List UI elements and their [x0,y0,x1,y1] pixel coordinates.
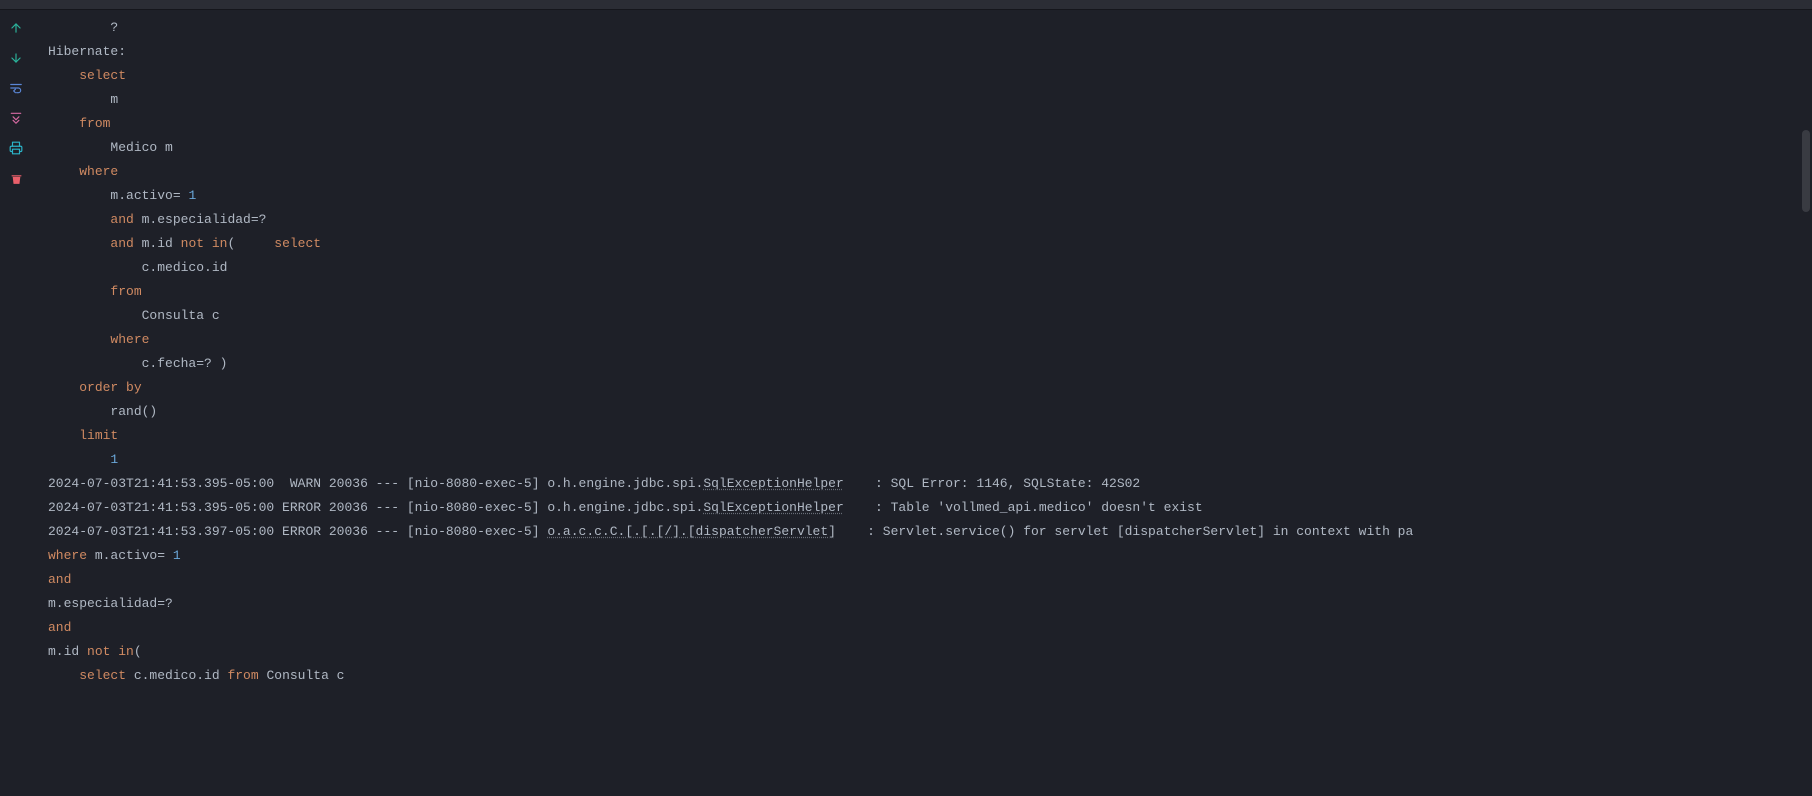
code-line: and m.id not in( select [48,232,1812,256]
code-line: m.activo= 1 [48,184,1812,208]
code-line: Consulta c [48,304,1812,328]
code-line: m.especialidad=? [48,592,1812,616]
print-icon[interactable] [8,140,24,156]
arrow-down-icon[interactable] [8,50,24,66]
code-line: ? [48,16,1812,40]
code-line: and [48,568,1812,592]
console-output[interactable]: ?Hibernate: select m from Medico m where… [32,10,1812,796]
code-line: 1 [48,448,1812,472]
code-line: from [48,280,1812,304]
code-line: c.fecha=? ) [48,352,1812,376]
code-line: and [48,616,1812,640]
code-line: order by [48,376,1812,400]
code-line: select c.medico.id from Consulta c [48,664,1812,688]
code-line: from [48,112,1812,136]
soft-wrap-icon[interactable] [8,80,24,96]
code-line: where [48,328,1812,352]
console-wrapper: ?Hibernate: select m from Medico m where… [0,10,1812,796]
code-line: m [48,88,1812,112]
arrow-up-icon[interactable] [8,20,24,36]
code-line: select [48,64,1812,88]
log-line: 2024-07-03T21:41:53.397-05:00 ERROR 2003… [48,520,1812,544]
code-line: where [48,160,1812,184]
scroll-to-end-icon[interactable] [8,110,24,126]
code-line: Medico m [48,136,1812,160]
code-line: c.medico.id [48,256,1812,280]
code-line: where m.activo= 1 [48,544,1812,568]
clear-all-icon[interactable] [8,170,24,186]
code-line: m.id not in( [48,640,1812,664]
console-gutter [0,10,32,796]
scrollbar-thumb[interactable] [1802,130,1810,212]
code-line: rand() [48,400,1812,424]
log-line: 2024-07-03T21:41:53.395-05:00 ERROR 2003… [48,496,1812,520]
code-line: limit [48,424,1812,448]
log-line: 2024-07-03T21:41:53.395-05:00 WARN 20036… [48,472,1812,496]
code-line: Hibernate: [48,40,1812,64]
code-line: and m.especialidad=? [48,208,1812,232]
top-bar [0,0,1812,10]
